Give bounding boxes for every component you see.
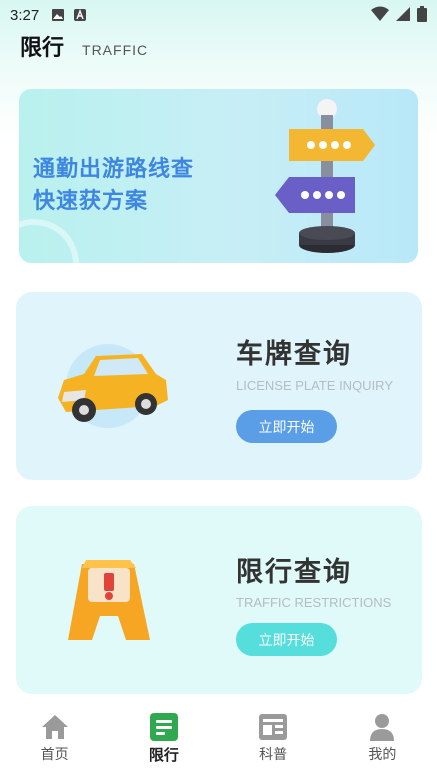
wifi-icon	[371, 6, 389, 21]
app-notification-icon	[74, 9, 87, 21]
page-header: 限行 TRAFFIC	[20, 30, 148, 62]
restriction-start-button[interactable]: 立即开始	[236, 623, 337, 656]
status-time: 3:27	[10, 6, 40, 24]
plate-inquiry-card[interactable]: 车牌查询 LICENSE PLATE INQUIRY 立即开始	[16, 292, 422, 480]
traffic-limit-icon	[149, 712, 179, 742]
nav-item-science[interactable]: 科普	[233, 700, 313, 778]
nav-label-profile: 我的	[368, 747, 397, 763]
restriction-card-subtitle: TRAFFIC RESTRICTIONS	[236, 595, 392, 610]
nav-item-traffic[interactable]: 限行	[124, 700, 204, 778]
nav-label-traffic: 限行	[148, 746, 179, 764]
page-subtitle: TRAFFIC	[82, 42, 149, 58]
page-title: 限行	[20, 36, 65, 61]
profile-icon	[367, 712, 397, 742]
plate-card-subtitle: LICENSE PLATE INQUIRY	[236, 378, 394, 393]
route-banner[interactable]: 通勤出游路线查 快速获方案	[19, 89, 418, 263]
signpost-icon	[275, 99, 375, 253]
plate-start-button[interactable]: 立即开始	[236, 410, 337, 443]
banner-headline-line2: 快速获方案	[33, 189, 149, 214]
battery-icon	[417, 6, 427, 22]
banner-decoration	[19, 219, 79, 263]
bottom-navigation: 首页 限行 科普 我的	[0, 700, 437, 778]
nav-item-home[interactable]: 首页	[15, 700, 95, 778]
gallery-notification-icon	[52, 9, 65, 21]
status-bar: 3:27	[0, 0, 437, 30]
home-icon	[40, 712, 70, 742]
nav-item-profile[interactable]: 我的	[342, 700, 422, 778]
car-icon	[58, 344, 168, 428]
news-icon	[258, 712, 288, 742]
nav-label-science: 科普	[259, 747, 288, 763]
nav-label-home: 首页	[40, 747, 69, 763]
warning-sign-icon	[68, 560, 150, 640]
plate-card-title: 车牌查询	[236, 339, 352, 370]
restriction-inquiry-card[interactable]: 限行查询 TRAFFIC RESTRICTIONS 立即开始	[16, 506, 422, 694]
signal-icon	[396, 7, 410, 21]
restriction-card-title: 限行查询	[236, 557, 352, 588]
banner-headline-line1: 通勤出游路线查	[33, 157, 195, 182]
